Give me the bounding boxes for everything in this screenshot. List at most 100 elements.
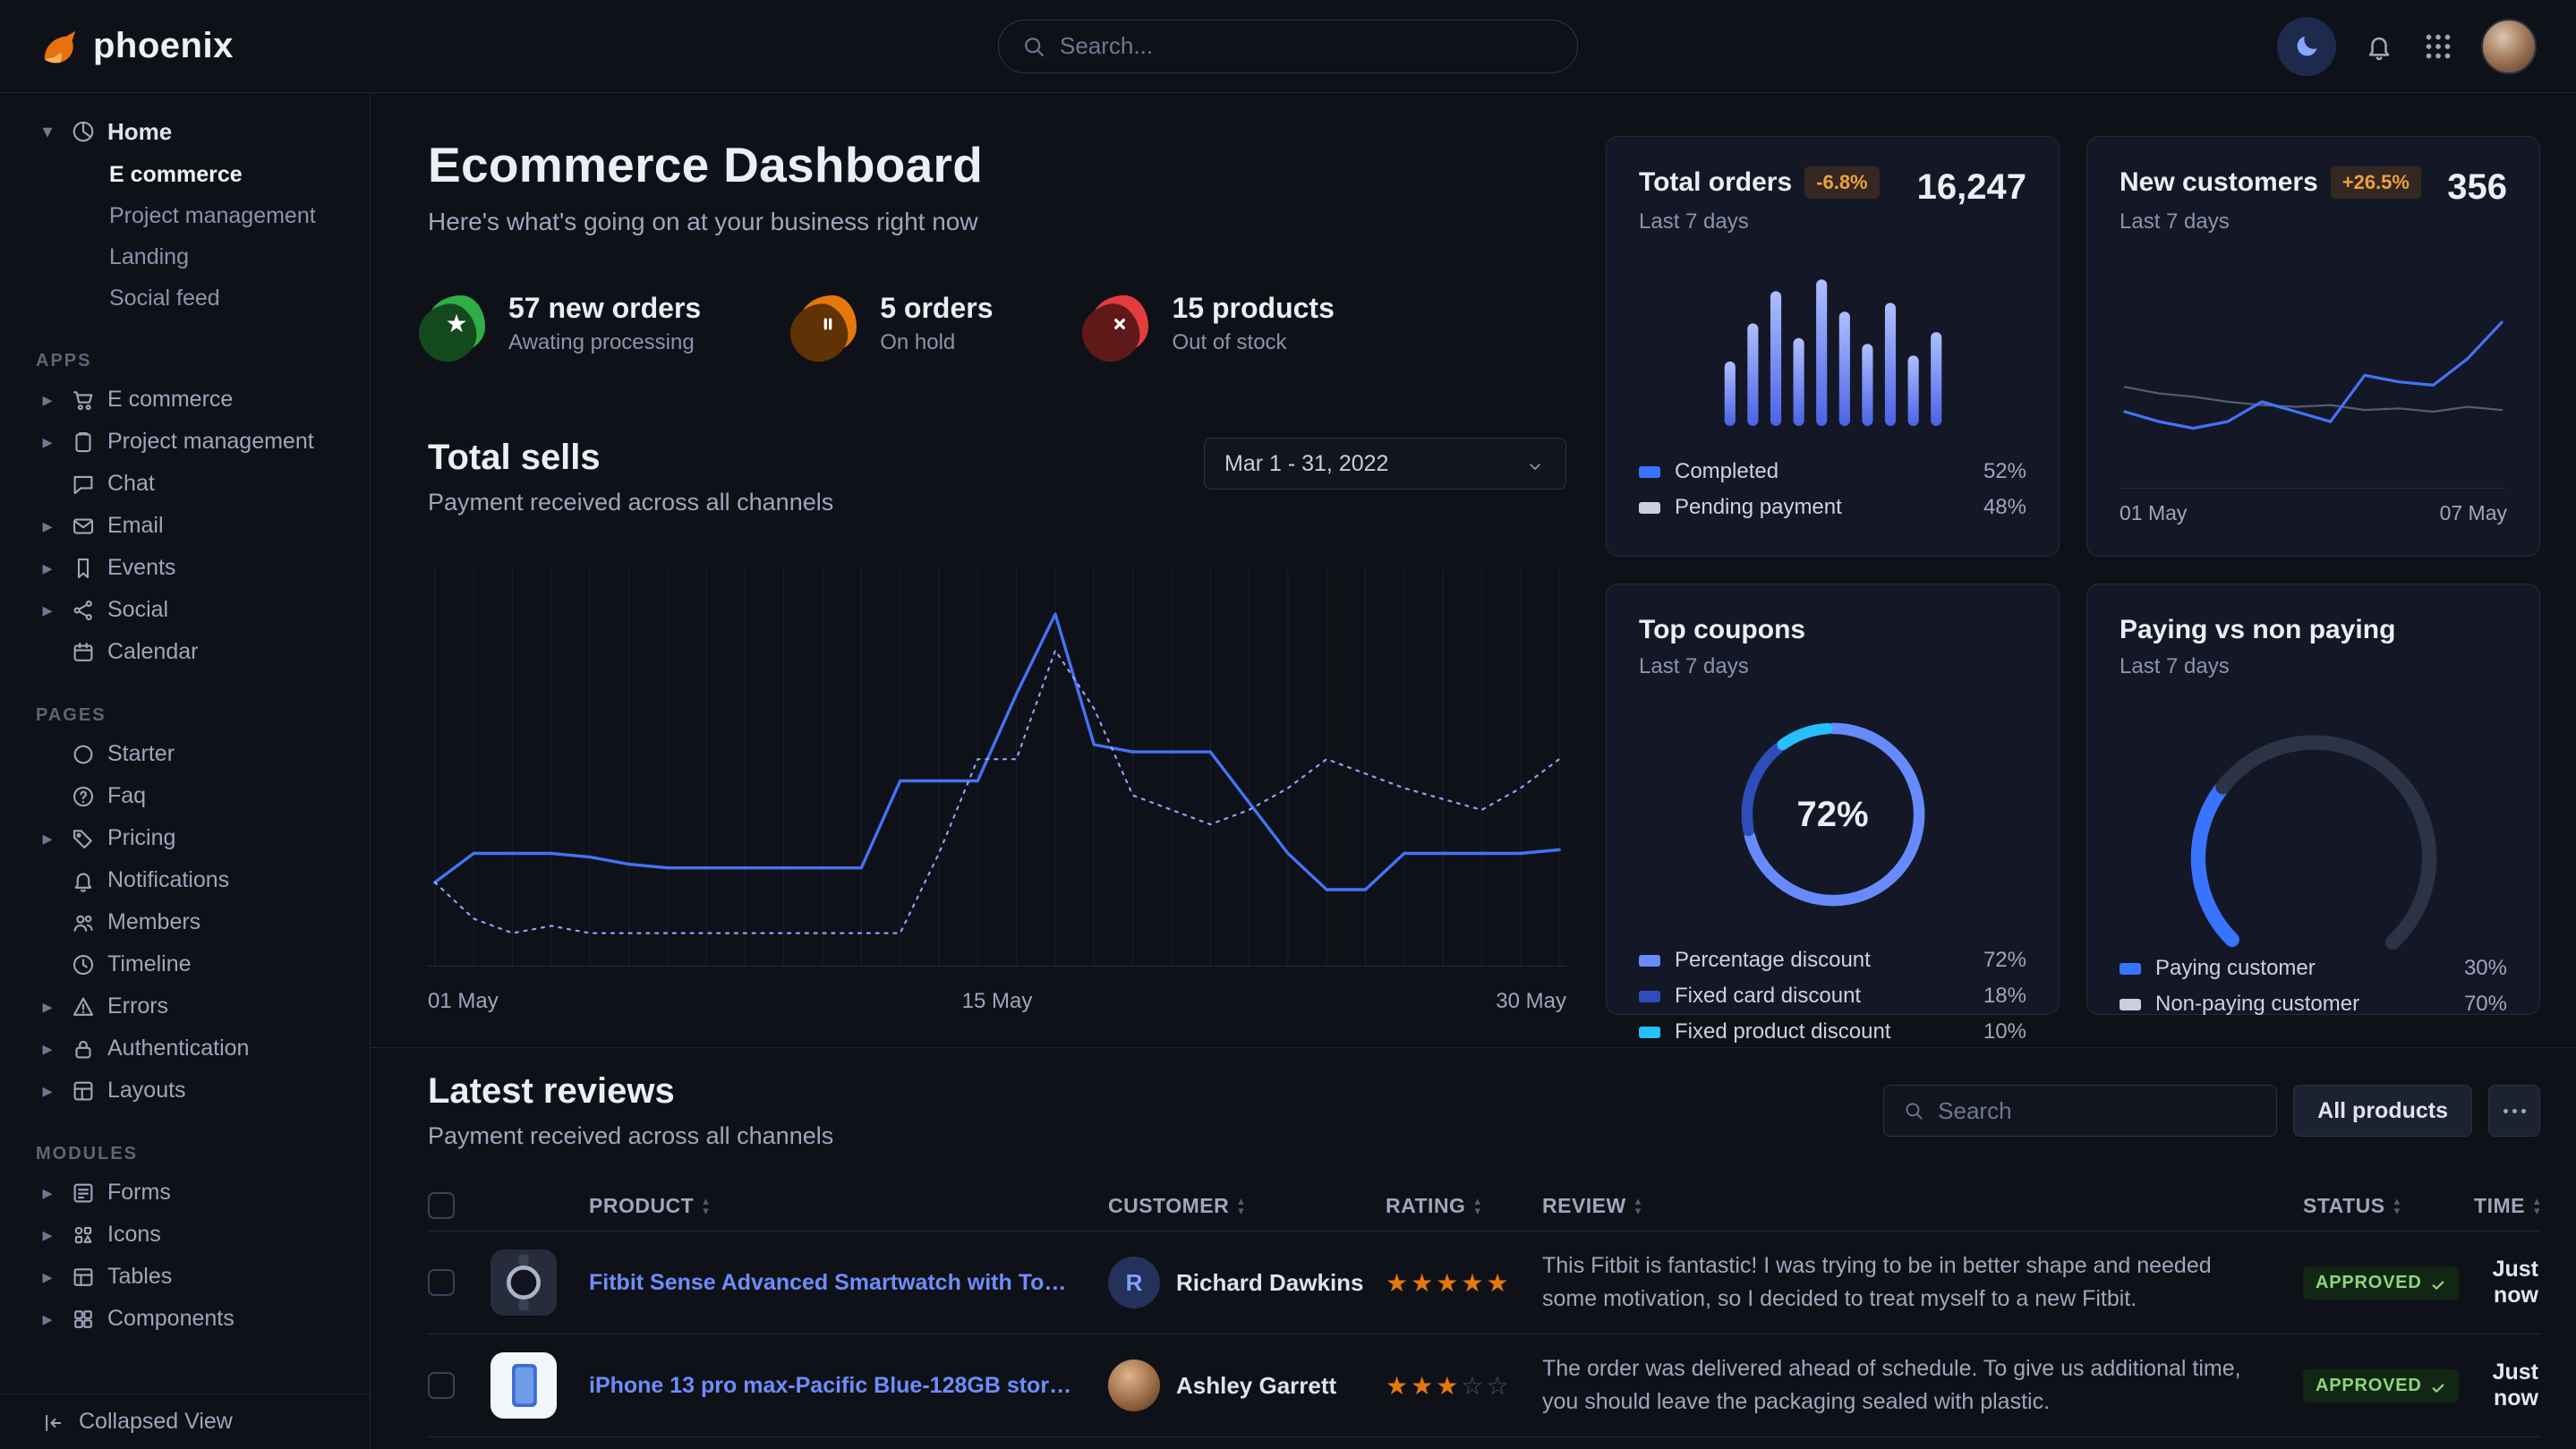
- moon-icon: [2291, 31, 2322, 62]
- theme-toggle-button[interactable]: [2277, 17, 2336, 76]
- sidebar-item-label: Chat: [107, 471, 155, 497]
- chevron-down-icon: [1524, 453, 1546, 474]
- caret-right-icon: ▸: [36, 1308, 59, 1331]
- page-title: Ecommerce Dashboard: [428, 136, 1566, 193]
- legend-swatch: [2120, 963, 2141, 975]
- grid-icon: [2422, 30, 2454, 63]
- product-link[interactable]: Fitbit Sense Advanced Smartwatch with To…: [589, 1270, 1108, 1296]
- row-checkbox[interactable]: [428, 1269, 455, 1296]
- legend-value: 70%: [2464, 992, 2507, 1017]
- reviews-search[interactable]: [1883, 1085, 2277, 1137]
- trend-badge: -6.8%: [1804, 166, 1879, 199]
- sidebar-item-forms[interactable]: ▸Forms: [0, 1172, 370, 1214]
- new-customers-card: New customers+26.5% Last 7 days 356 01 M…: [2086, 136, 2540, 557]
- star-empty-icon: ☆: [1486, 1372, 1511, 1400]
- x-tick: 15 May: [962, 989, 1033, 1014]
- apps-grid-button[interactable]: [2422, 30, 2454, 63]
- column-header-status[interactable]: STATUS▴▾: [2303, 1194, 2455, 1218]
- sidebar-item-e-commerce[interactable]: ▸E commerce: [0, 379, 370, 421]
- sidebar-item-timeline[interactable]: Timeline: [0, 943, 370, 985]
- sidebar-item-icons[interactable]: ▸Icons: [0, 1214, 370, 1256]
- sidebar-item-label: Calendar: [107, 639, 198, 665]
- status-cell: APPROVED: [2303, 1369, 2455, 1402]
- trend-badge: +26.5%: [2331, 166, 2421, 199]
- sort-icon: ▴▾: [1238, 1196, 1244, 1215]
- total-orders-chart: [1639, 234, 2026, 431]
- user-avatar[interactable]: [2481, 19, 2537, 74]
- caret-right-icon: ▸: [36, 515, 59, 538]
- sidebar-item-email[interactable]: ▸Email: [0, 505, 370, 547]
- sidebar-item-project-management[interactable]: ▸Project management: [0, 421, 370, 463]
- sidebar-item-home[interactable]: ▾Home: [0, 109, 370, 154]
- star-filled-icon: ★: [1436, 1372, 1461, 1400]
- sidebar-item-errors[interactable]: ▸Errors: [0, 985, 370, 1027]
- reviews-search-input[interactable]: [1938, 1097, 2258, 1125]
- sidebar-item-authentication[interactable]: ▸Authentication: [0, 1027, 370, 1070]
- sidebar-item-label: Icons: [107, 1222, 161, 1248]
- stat-item: ★57 new ordersAwating processing: [428, 292, 701, 355]
- top-navbar: phoenix: [0, 0, 2576, 93]
- sidebar-item-label: Faq: [107, 783, 146, 809]
- column-header-product[interactable]: PRODUCT▴▾: [589, 1194, 1108, 1218]
- sidebar-item-label: Starter: [107, 741, 175, 767]
- pie-chart-icon: [70, 118, 97, 145]
- total-sells-subtitle: Payment received across all channels: [428, 489, 833, 516]
- collapse-sidebar-button[interactable]: Collapsed View: [0, 1394, 370, 1449]
- product-link[interactable]: iPhone 13 pro max-Pacific Blue-128GB sto…: [589, 1373, 1108, 1399]
- star-filled-icon: ★: [1386, 1372, 1411, 1400]
- caret-right-icon: ▸: [36, 388, 59, 412]
- x-tick: 07 May: [2440, 501, 2507, 525]
- sidebar-item-notifications[interactable]: Notifications: [0, 859, 370, 901]
- sidebar-subitem-e-commerce[interactable]: E commerce: [0, 154, 370, 195]
- caret-right-icon: ▸: [36, 430, 59, 454]
- card-title: Paying vs non paying: [2120, 615, 2507, 645]
- x-icon: [1108, 312, 1131, 336]
- notifications-button[interactable]: [2363, 30, 2395, 63]
- row-checkbox[interactable]: [428, 1372, 455, 1399]
- donut-center-label: 72%: [1721, 703, 1945, 926]
- cart-icon: [70, 387, 97, 413]
- sidebar-item-pricing[interactable]: ▸Pricing: [0, 817, 370, 859]
- sidebar-item-label: Authentication: [107, 1036, 249, 1061]
- sort-icon: ▴▾: [1474, 1196, 1480, 1215]
- sidebar-item-events[interactable]: ▸Events: [0, 547, 370, 589]
- bookmark-icon: [70, 555, 97, 582]
- sidebar-subitem-landing[interactable]: Landing: [0, 236, 370, 277]
- caret-right-icon: ▸: [36, 599, 59, 622]
- all-products-button[interactable]: All products: [2293, 1085, 2472, 1137]
- caret-right-icon: ▸: [36, 827, 59, 850]
- star-filled-icon: ★: [1411, 1372, 1436, 1400]
- users-icon: [70, 909, 97, 936]
- sidebar-item-starter[interactable]: Starter: [0, 733, 370, 775]
- column-header-review[interactable]: REVIEW▴▾: [1542, 1194, 2303, 1218]
- x-tick: 30 May: [1496, 989, 1566, 1014]
- brand-logo[interactable]: phoenix: [39, 26, 234, 67]
- sidebar-item-chat[interactable]: Chat: [0, 463, 370, 505]
- sidebar-subitem-social-feed[interactable]: Social feed: [0, 277, 370, 319]
- sidebar-item-faq[interactable]: Faq: [0, 775, 370, 817]
- column-header-time[interactable]: TIME▴▾: [2474, 1194, 2540, 1218]
- sidebar-item-social[interactable]: ▸Social: [0, 589, 370, 631]
- legend-swatch: [1639, 991, 1660, 1002]
- legend-item: Completed52%: [1639, 454, 2026, 490]
- date-range-select[interactable]: Mar 1 - 31, 2022: [1204, 438, 1566, 490]
- sidebar-item-calendar[interactable]: Calendar: [0, 631, 370, 673]
- legend-item: Paying customer30%: [2120, 950, 2507, 986]
- date-range-value: Mar 1 - 31, 2022: [1224, 451, 1388, 477]
- stat-caption: On hold: [880, 330, 993, 355]
- sidebar-item-layouts[interactable]: ▸Layouts: [0, 1070, 370, 1112]
- legend-label: Non-paying customer: [2155, 992, 2359, 1017]
- sidebar-item-components[interactable]: ▸Components: [0, 1298, 370, 1340]
- search-input[interactable]: [1060, 32, 1556, 60]
- sidebar-item-members[interactable]: Members: [0, 901, 370, 943]
- column-header-rating[interactable]: RATING▴▾: [1386, 1194, 1542, 1218]
- sidebar-item-label: Layouts: [107, 1078, 186, 1104]
- sidebar-item-tables[interactable]: ▸Tables: [0, 1256, 370, 1298]
- more-options-button[interactable]: [2488, 1085, 2540, 1137]
- select-all-checkbox[interactable]: [428, 1192, 455, 1219]
- sidebar-subitem-project-management[interactable]: Project management: [0, 195, 370, 236]
- global-search[interactable]: [998, 20, 1578, 73]
- column-header-customer[interactable]: CUSTOMER▴▾: [1108, 1194, 1386, 1218]
- paying-card: Paying vs non paying Last 7 days Paying …: [2086, 584, 2540, 1015]
- star-empty-icon: ☆: [1461, 1372, 1486, 1400]
